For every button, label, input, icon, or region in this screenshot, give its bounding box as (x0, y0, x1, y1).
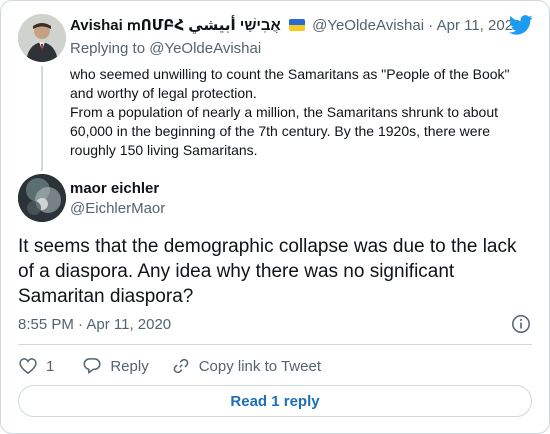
link-icon (173, 358, 189, 374)
heart-icon (19, 358, 37, 375)
maor-avatar[interactable] (18, 174, 66, 222)
divider (18, 344, 532, 345)
tweet-timestamp[interactable]: 8:55 PM · Apr 11, 2020 (18, 315, 171, 335)
thread-connector-line (41, 66, 43, 171)
copy-link-label: Copy link to Tweet (198, 357, 321, 375)
separator-dot: · (428, 17, 437, 34)
main-author-name[interactable]: maor eichler (70, 180, 159, 197)
quoted-tweet-header: Avishai ՠՈՄԲՀ אֲבִישַׁי أبيشي @YeOldeAvi… (70, 16, 521, 36)
replying-to-label: Replying to (70, 40, 146, 57)
main-tweet-text: It seems that the demographic collapse w… (18, 236, 517, 307)
quoted-tweet-text: who seemed unwilling to count the Samari… (70, 65, 530, 160)
reply-label: Reply (110, 357, 149, 375)
replying-to-line: Replying to @YeOldeAvishai (70, 39, 261, 59)
reply-button[interactable]: Reply (82, 356, 149, 376)
ukraine-flag-icon (288, 19, 305, 31)
twitter-bird-icon[interactable] (509, 15, 533, 35)
like-button[interactable]: 1 (18, 356, 54, 376)
quoted-author-handle[interactable]: @YeOldeAvishai (312, 17, 424, 34)
main-tweet-header: maor eichler (70, 179, 159, 199)
copy-link-button[interactable]: Copy link to Tweet (171, 356, 321, 376)
replying-to-handle[interactable]: @YeOldeAvishai (149, 40, 261, 57)
avishai-avatar[interactable] (18, 14, 66, 62)
action-bar: 1 Reply Copy link to Tweet (18, 355, 321, 377)
quoted-paragraph: who seemed unwilling to count the Samari… (70, 66, 510, 101)
read-replies-button[interactable]: Read 1 reply (18, 385, 532, 417)
read-replies-label: Read 1 reply (230, 392, 320, 410)
main-author-handle[interactable]: @EichlerMaor (70, 199, 165, 219)
like-count: 1 (46, 357, 55, 375)
info-icon[interactable] (511, 314, 531, 334)
speech-bubble-icon (83, 358, 101, 374)
quoted-author-name[interactable]: Avishai ՠՈՄԲՀ אֲבִישַׁי أبيشي (70, 17, 281, 34)
quoted-paragraph: From a population of nearly a million, t… (70, 104, 499, 158)
tweet-embed-card: Avishai ՠՈՄԲՀ אֲבִישַׁי أبيشي @YeOldeAvi… (0, 0, 550, 434)
